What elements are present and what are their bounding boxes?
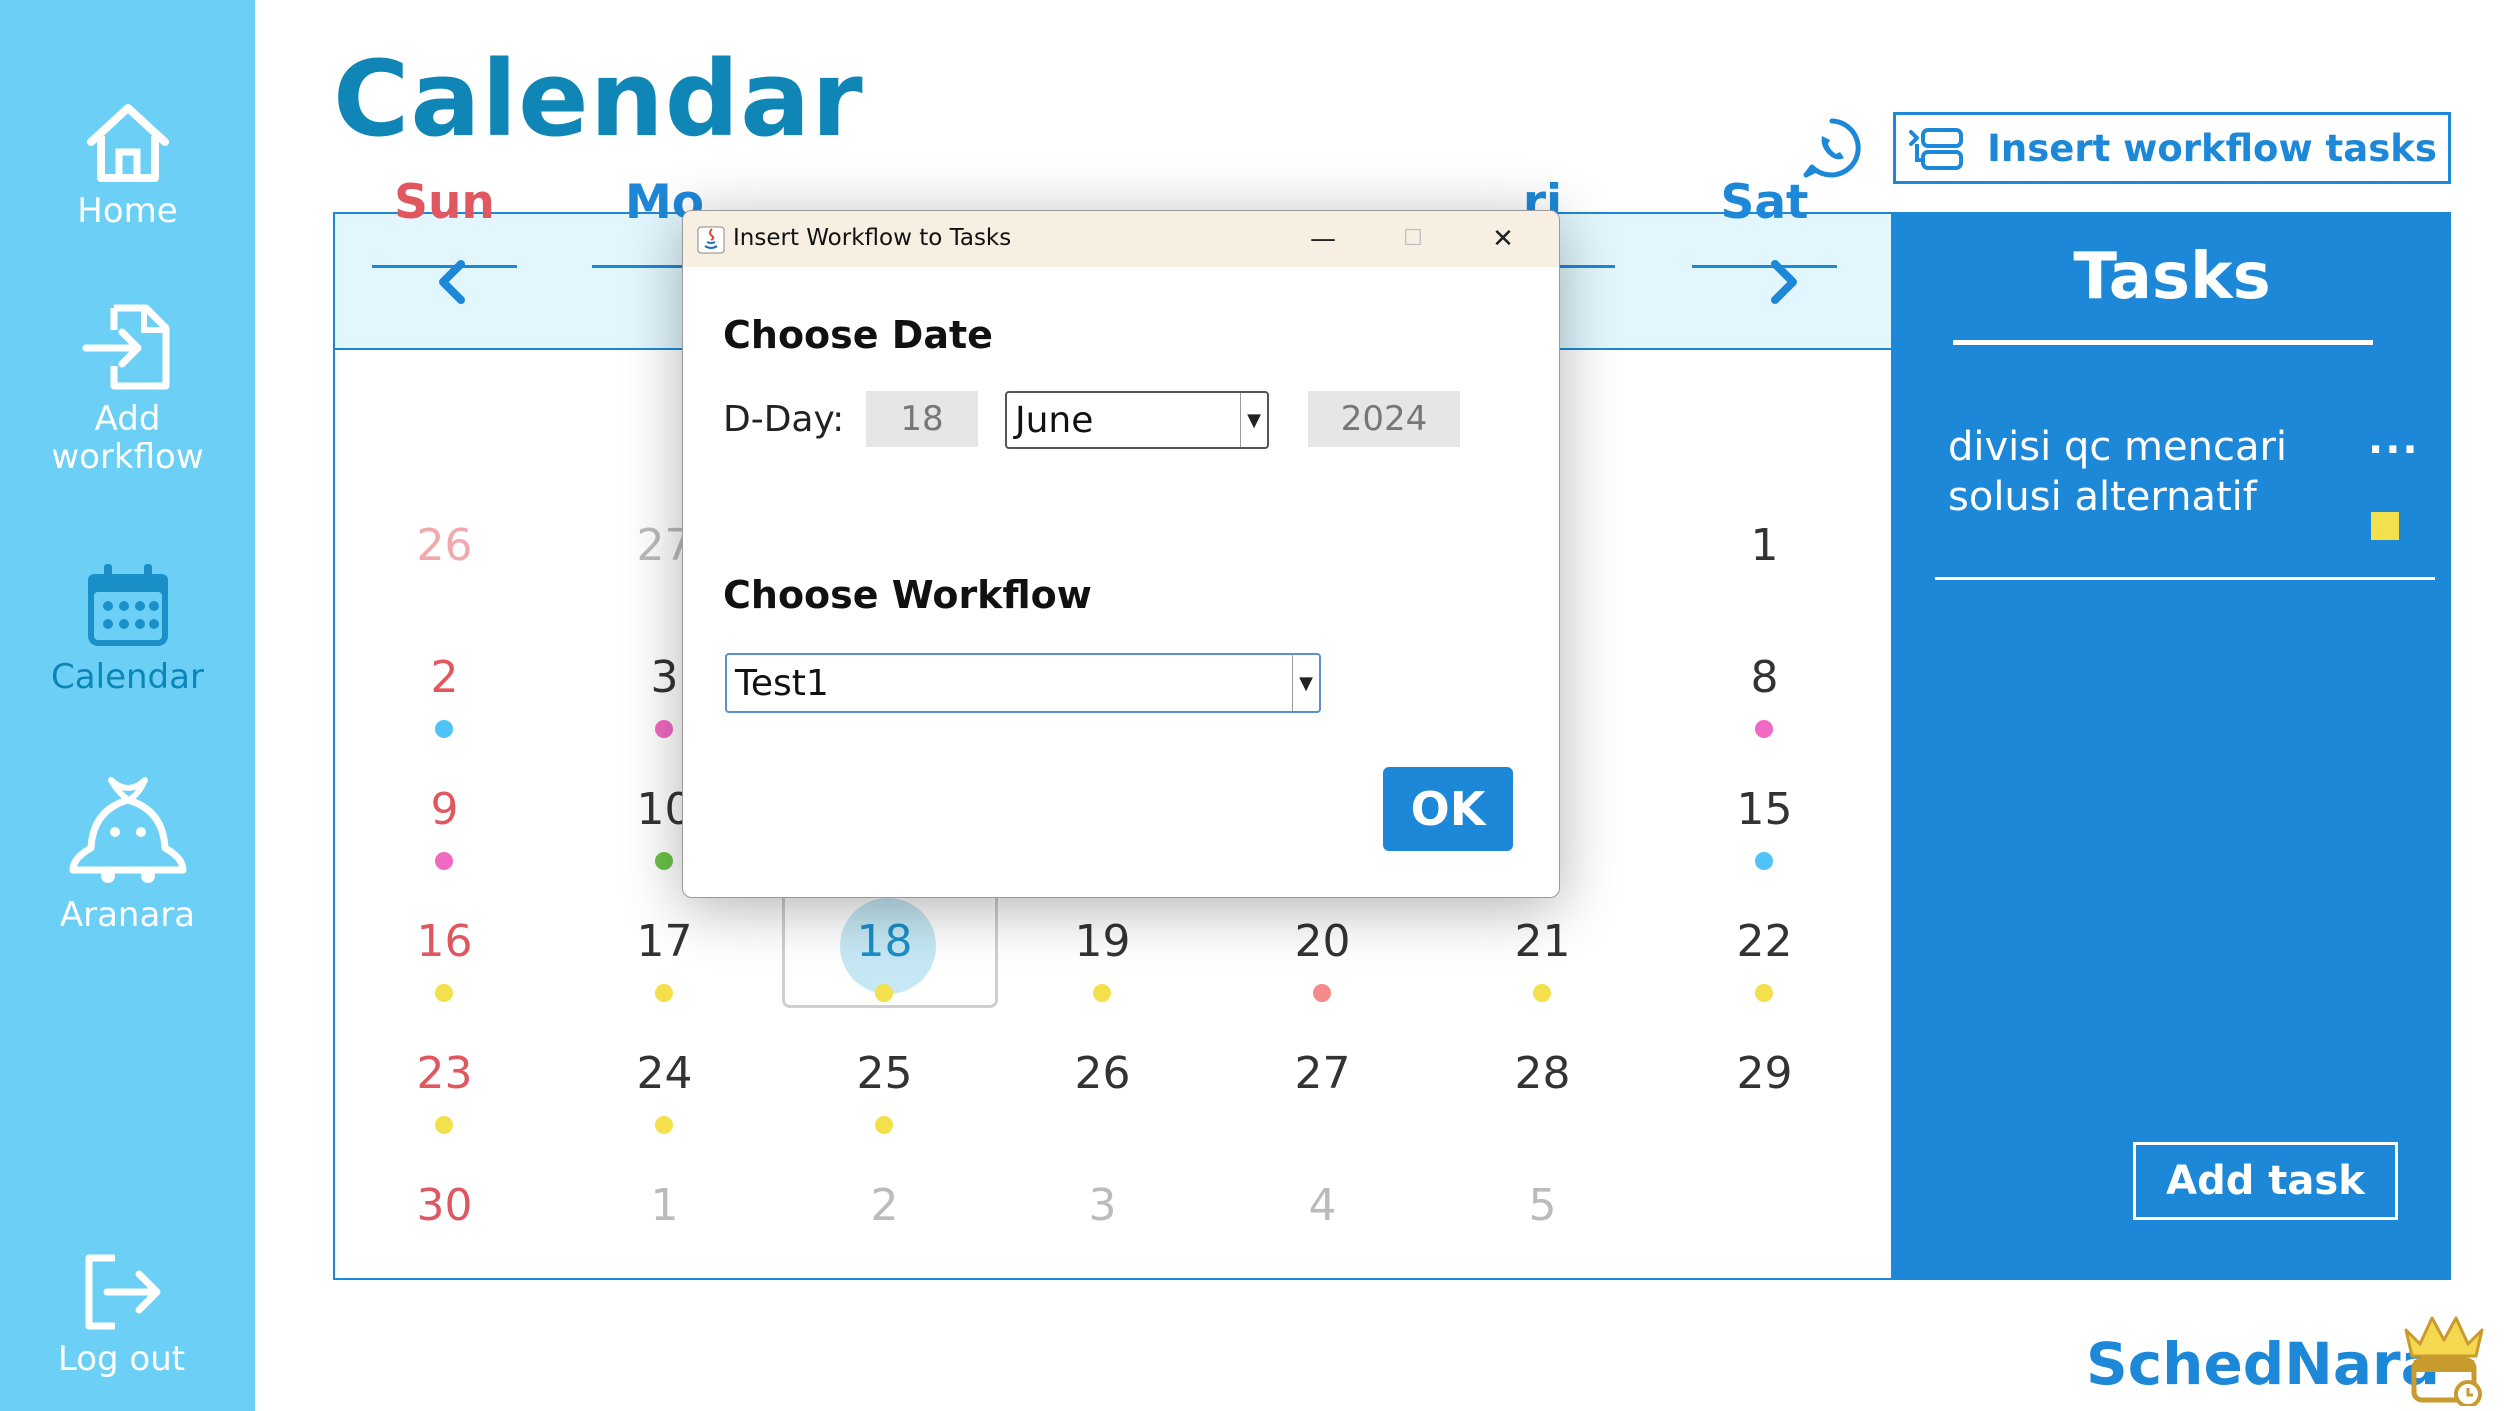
task-indicator-dot [1093, 984, 1111, 1002]
minimize-button[interactable]: — [1303, 221, 1343, 257]
calendar-day[interactable]: 18 [812, 916, 957, 967]
sidebar-item-add-workflow[interactable]: Add workflow [0, 300, 255, 476]
calendar-day[interactable]: 22 [1692, 916, 1837, 967]
calendar-day[interactable]: 15 [1692, 784, 1837, 835]
add-workflow-icon [82, 304, 169, 390]
maximize-button: ☐ [1403, 226, 1423, 251]
whatsapp-icon[interactable] [1800, 116, 1864, 180]
task-indicator-dot [1755, 720, 1773, 738]
choose-workflow-heading: Choose Workflow [723, 573, 1092, 617]
schednara-logo-icon [2404, 1316, 2484, 1406]
task-more-options-icon[interactable]: ... [2368, 417, 2420, 463]
insert-workflow-tasks-button[interactable]: Insert workflow tasks [1893, 112, 2451, 184]
dialog-titlebar: Insert Workflow to Tasks — ☐ ✕ [683, 211, 1559, 267]
sidebar: Home Add workflow Calendar Aranara Log o… [0, 0, 255, 1411]
workflow-select[interactable]: Test1 ▼ [725, 653, 1321, 713]
close-button[interactable]: ✕ [1483, 221, 1523, 257]
chevron-down-icon[interactable]: ▼ [1292, 655, 1319, 711]
task-indicator-dot [435, 720, 453, 738]
workflow-select-value: Test1 [735, 662, 829, 704]
choose-date-heading: Choose Date [723, 313, 993, 357]
logout-icon [85, 1254, 160, 1330]
year-field: 2024 [1308, 391, 1460, 447]
weekday-underline [372, 265, 517, 268]
calendar-day[interactable]: 8 [1692, 652, 1837, 703]
brand-name: SchedNara [2086, 1330, 2440, 1398]
calendar-day[interactable]: 2 [812, 1180, 957, 1231]
month-select-value: June [1015, 399, 1094, 441]
day-field: 18 [866, 391, 978, 447]
calendar-day[interactable]: 26 [1030, 1048, 1175, 1099]
calendar-day[interactable]: 24 [592, 1048, 737, 1099]
weekday-header: Sun [394, 175, 495, 230]
calendar-day[interactable]: 5 [1470, 1180, 1615, 1231]
calendar-day[interactable]: 16 [372, 916, 517, 967]
calendar-day[interactable]: 29 [1692, 1048, 1837, 1099]
workflow-list-icon [1909, 128, 1964, 170]
calendar-day[interactable]: 25 [812, 1048, 957, 1099]
sidebar-item-aranara[interactable]: Aranara [0, 770, 255, 934]
chevron-down-icon[interactable]: ▼ [1240, 393, 1267, 447]
calendar-day[interactable]: 19 [1030, 916, 1175, 967]
weekday-underline [1692, 265, 1837, 268]
weekday-header: Sat [1720, 175, 1809, 230]
task-indicator-dot [435, 1116, 453, 1134]
task-indicator-dot [1755, 852, 1773, 870]
task-indicator-dot [655, 720, 673, 738]
calendar-day[interactable]: 26 [372, 520, 517, 571]
task-indicator-dot [655, 984, 673, 1002]
task-indicator-dot [1313, 984, 1331, 1002]
aranara-icon [69, 777, 186, 883]
sidebar-item-label: Aranara [59, 895, 196, 935]
task-indicator-dot [875, 1116, 893, 1134]
tasks-panel: Tasks divisi qc mencari solusi alternati… [1893, 212, 2451, 1280]
logout-label: Log out [57, 1339, 186, 1379]
task-indicator-dot [435, 984, 453, 1002]
insert-workflow-tasks-label: Insert workflow tasks [1987, 126, 2437, 170]
calendar-day[interactable]: 30 [372, 1180, 517, 1231]
calendar-day[interactable]: 23 [372, 1048, 517, 1099]
previous-month-arrow-icon[interactable] [425, 254, 481, 310]
task-indicator-dot [875, 984, 893, 1002]
java-app-icon [697, 226, 725, 254]
calendar-day[interactable]: 21 [1470, 916, 1615, 967]
sidebar-item-label: Add workflow [51, 399, 204, 477]
next-month-arrow-icon[interactable] [1755, 254, 1811, 310]
calendar-day[interactable]: 17 [592, 916, 737, 967]
task-indicator-dot [1533, 984, 1551, 1002]
sidebar-item-label: Home [77, 191, 178, 231]
task-item-text[interactable]: divisi qc mencari solusi alternatif [1948, 422, 2338, 522]
calendar-day[interactable]: 1 [1692, 520, 1837, 571]
sidebar-item-home[interactable]: Home [0, 100, 255, 230]
ok-button[interactable]: OK [1383, 767, 1513, 851]
page-title: Calendar [333, 38, 864, 160]
calendar-day[interactable]: 28 [1470, 1048, 1615, 1099]
task-indicator-dot [435, 852, 453, 870]
calendar-day[interactable]: 20 [1250, 916, 1395, 967]
calendar-icon [87, 564, 168, 646]
home-icon [86, 104, 169, 182]
logout-button[interactable]: Log out [0, 1250, 249, 1378]
task-divider [1935, 577, 2435, 580]
insert-workflow-dialog: Insert Workflow to Tasks — ☐ ✕ Choose Da… [682, 210, 1560, 898]
dday-label: D-Day: [723, 399, 845, 440]
dialog-title: Insert Workflow to Tasks [733, 225, 1012, 251]
calendar-day[interactable]: 2 [372, 652, 517, 703]
sidebar-item-label: Calendar [51, 657, 204, 697]
tasks-title: Tasks [2073, 240, 2271, 314]
calendar-day[interactable]: 27 [1250, 1048, 1395, 1099]
task-indicator-dot [655, 852, 673, 870]
add-task-button[interactable]: Add task [2133, 1142, 2398, 1220]
calendar-day[interactable]: 1 [592, 1180, 737, 1231]
task-indicator-dot [655, 1116, 673, 1134]
sidebar-item-calendar[interactable]: Calendar [0, 560, 255, 696]
calendar-day[interactable]: 9 [372, 784, 517, 835]
task-color-swatch [2371, 512, 2399, 540]
calendar-day[interactable]: 4 [1250, 1180, 1395, 1231]
calendar-day[interactable]: 3 [1030, 1180, 1175, 1231]
month-select[interactable]: June ▼ [1005, 391, 1269, 449]
task-indicator-dot [1755, 984, 1773, 1002]
tasks-title-divider [1953, 340, 2373, 345]
